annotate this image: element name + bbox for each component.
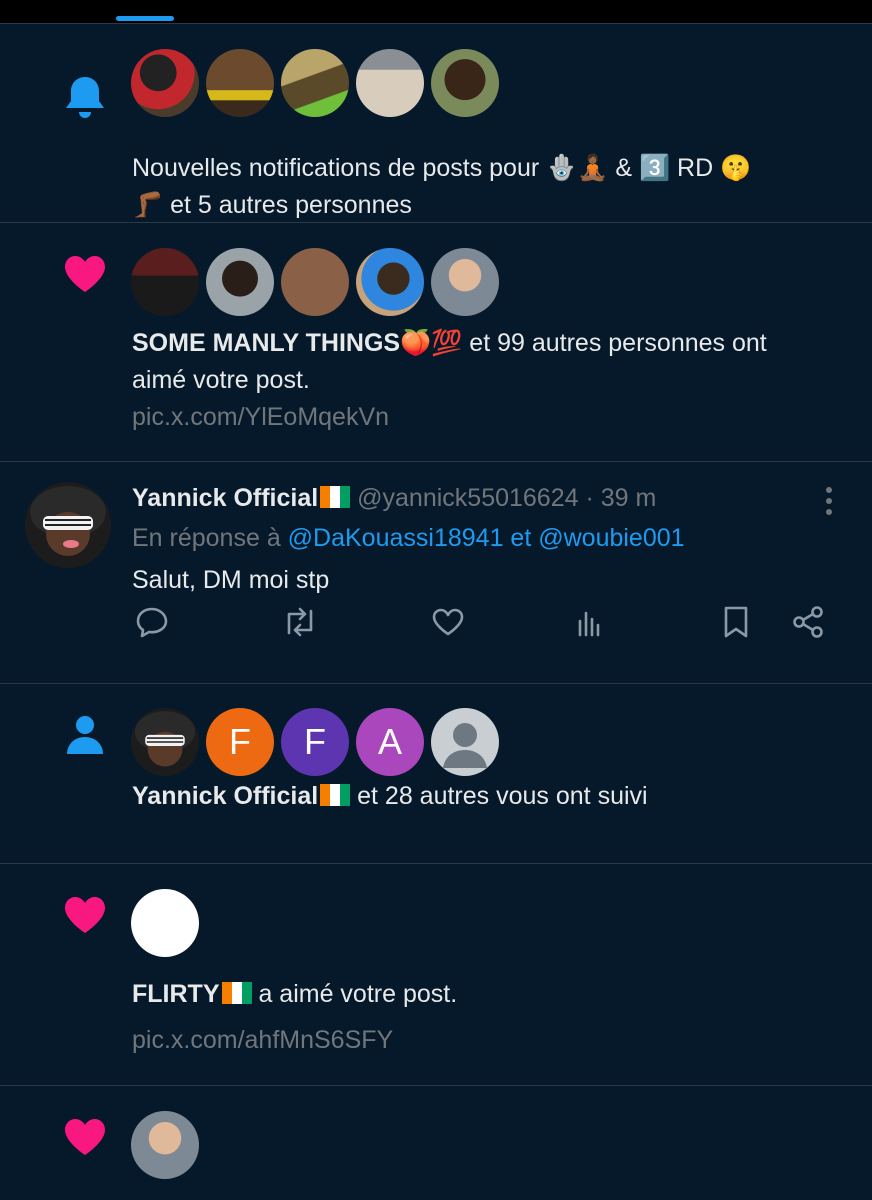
- person-icon: [62, 712, 108, 758]
- avatar[interactable]: [281, 248, 349, 316]
- avatar[interactable]: [356, 49, 424, 117]
- ivory-coast-flag-icon: [221, 982, 252, 1004]
- notification-post-alert[interactable]: Nouvelles notifications de posts pour 🪬🧘…: [0, 24, 872, 223]
- avatar-row: [131, 1111, 199, 1179]
- avatar[interactable]: [131, 708, 199, 776]
- mention-link[interactable]: @DaKouassi18941: [288, 524, 504, 552]
- avatar[interactable]: [25, 482, 111, 568]
- more-options-icon[interactable]: [814, 486, 844, 516]
- avatar[interactable]: [131, 1111, 199, 1179]
- avatar[interactable]: [131, 248, 199, 316]
- bell-icon: [62, 74, 108, 120]
- ivory-coast-flag-icon: [320, 486, 351, 508]
- avatar[interactable]: [431, 49, 499, 117]
- tweet-header: Yannick Official @yannick55016624 · 39 m: [132, 484, 656, 513]
- active-tab-indicator: [116, 16, 174, 21]
- default-avatar[interactable]: [431, 708, 499, 776]
- notification-text: SOME MANLY THINGS🍑💯 et 99 autres personn…: [132, 329, 767, 394]
- avatar[interactable]: [206, 248, 274, 316]
- avatar[interactable]: [431, 248, 499, 316]
- bookmark-button[interactable]: [716, 602, 756, 642]
- notification-text: Yannick Official et 28 autres vous ont s…: [132, 782, 648, 810]
- tweet[interactable]: Yannick Official @yannick55016624 · 39 m…: [0, 462, 872, 684]
- post-link[interactable]: pic.x.com/ahfMnS6SFY: [132, 1026, 393, 1055]
- avatar[interactable]: A: [356, 708, 424, 776]
- avatar-row: [131, 248, 499, 316]
- reply-button[interactable]: [132, 602, 172, 642]
- top-tab-bar: [0, 0, 872, 24]
- avatar[interactable]: [131, 49, 199, 117]
- notification-like[interactable]: [0, 1086, 872, 1200]
- post-link[interactable]: pic.x.com/YlEoMqekVn: [132, 403, 389, 432]
- avatar[interactable]: [356, 248, 424, 316]
- share-button[interactable]: [788, 602, 828, 642]
- avatar[interactable]: [206, 49, 274, 117]
- avatar[interactable]: [131, 889, 199, 957]
- mention-link[interactable]: @woubie001: [538, 524, 684, 552]
- notification-follow[interactable]: F F A Yannick Official et 28 autres vous…: [0, 684, 872, 864]
- heart-icon: [62, 251, 108, 297]
- notification-like[interactable]: FLIRTY a aimé votre post. pic.x.com/ahfM…: [0, 864, 872, 1086]
- views-icon[interactable]: [570, 602, 610, 642]
- avatar-row: [131, 49, 499, 117]
- tweet-text: Salut, DM moi stp: [132, 566, 330, 594]
- repost-button[interactable]: [280, 602, 320, 642]
- avatar[interactable]: [281, 49, 349, 117]
- avatar[interactable]: F: [206, 708, 274, 776]
- heart-icon: [62, 1114, 108, 1160]
- tweet-time: · 39 m: [585, 484, 657, 512]
- ivory-coast-flag-icon: [320, 784, 351, 806]
- like-button[interactable]: [428, 602, 468, 642]
- avatar[interactable]: F: [281, 708, 349, 776]
- notification-text: Nouvelles notifications de posts pour 🪬🧘…: [132, 154, 752, 219]
- reply-context: En réponse à @DaKouassi18941 et @woubie0…: [132, 524, 685, 552]
- tweet-actions: [132, 602, 832, 652]
- notification-text: FLIRTY a aimé votre post.: [132, 980, 458, 1008]
- heart-icon: [62, 892, 108, 938]
- notification-like[interactable]: SOME MANLY THINGS🍑💯 et 99 autres personn…: [0, 223, 872, 462]
- author-name[interactable]: Yannick Official: [132, 484, 318, 512]
- author-handle[interactable]: @yannick55016624: [357, 484, 578, 512]
- avatar-row: [131, 889, 199, 957]
- avatar-row: F F A: [131, 708, 499, 776]
